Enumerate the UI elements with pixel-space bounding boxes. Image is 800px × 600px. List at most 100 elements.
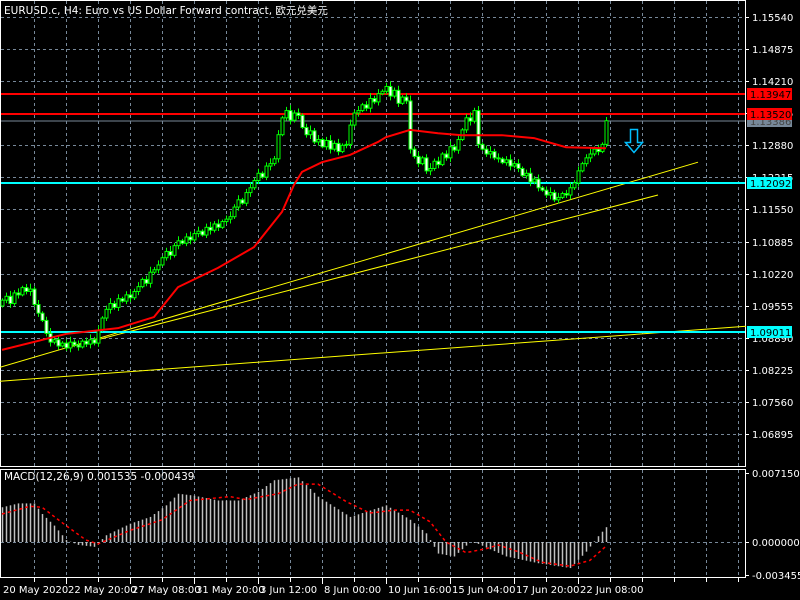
macd-pane-frame: [0, 469, 746, 578]
candle: [0, 298, 5, 308]
candle-body-bear: [216, 223, 221, 228]
candle: [292, 110, 297, 123]
candle-body-bull: [380, 90, 385, 95]
candle: [64, 339, 69, 351]
candle: [336, 138, 341, 156]
candle: [196, 226, 201, 238]
candle: [216, 219, 221, 231]
candle-body-bull: [232, 206, 237, 218]
candle: [476, 106, 481, 148]
candle: [444, 150, 449, 161]
candle: [364, 101, 369, 112]
candle: [204, 223, 209, 238]
candle: [260, 171, 265, 179]
candle-body-bear: [552, 192, 557, 201]
candle: [384, 82, 389, 95]
candle: [88, 334, 93, 349]
candle-body-bull: [228, 216, 233, 220]
candle-body-bull: [224, 218, 229, 223]
candle: [356, 106, 361, 117]
candle: [344, 140, 349, 149]
candle: [368, 93, 373, 113]
candle-body-bull: [348, 124, 353, 145]
candle-body-bull: [196, 230, 201, 235]
time-label: 8 Jun 00:00: [324, 585, 381, 596]
time-label: 10 Jun 16:00: [388, 585, 452, 596]
candle: [500, 156, 505, 165]
candle: [372, 95, 377, 105]
candle-body-bull: [132, 290, 137, 299]
candle-body-bear: [24, 287, 29, 292]
price-tick-label: 1.15540: [752, 13, 793, 24]
candle-body-bull: [4, 295, 9, 301]
macd-tick-label: 0.000000: [752, 538, 800, 549]
moving-average-line: [1, 128, 607, 351]
candle: [96, 325, 101, 347]
price-tick-label: 1.14875: [752, 45, 793, 56]
candle-body-bull: [512, 163, 517, 167]
candle-body-bull: [440, 153, 445, 166]
support-price-label: 1.09011: [750, 328, 791, 339]
main-pane-frame: [0, 0, 746, 467]
candle: [76, 340, 81, 351]
candle: [376, 89, 381, 106]
candle: [420, 155, 425, 166]
candle: [360, 102, 365, 113]
candle-body-bull: [0, 299, 5, 307]
candle: [28, 283, 33, 296]
candle-body-bear: [128, 294, 133, 299]
candle: [256, 168, 261, 185]
candle: [488, 146, 493, 159]
candle-body-bear: [40, 312, 45, 321]
candle: [296, 108, 301, 120]
candle: [120, 296, 125, 303]
candle-body-bull: [352, 112, 357, 126]
candle: [400, 95, 405, 105]
candle: [564, 189, 569, 198]
candle-body-bull: [472, 110, 477, 122]
candle: [300, 113, 305, 130]
candle-body-bull: [268, 163, 273, 167]
candle: [480, 142, 485, 151]
candle: [340, 143, 345, 154]
candle: [504, 156, 509, 166]
candle-body-bear: [320, 139, 325, 148]
candle-body-bear: [444, 153, 449, 159]
candle-body-bear: [564, 193, 569, 196]
candle-body-bull: [244, 192, 249, 204]
candle-body-bear: [120, 298, 125, 302]
candle-body-bull: [176, 240, 181, 247]
candle-body-bull: [184, 236, 189, 244]
candle-body-bear: [144, 278, 149, 284]
candle-body-bear: [328, 139, 333, 150]
candle-body-bull: [584, 157, 589, 165]
candle: [212, 221, 217, 233]
candle: [220, 219, 225, 229]
candle: [520, 166, 525, 178]
candle-body-bear: [468, 117, 473, 122]
price-chart[interactable]: 1.155401.148751.142101.135451.128801.122…: [0, 0, 800, 600]
macd-tick-label: 0.007150: [752, 469, 800, 480]
candle-body-bull: [340, 144, 345, 153]
candle-body-bull: [60, 342, 65, 347]
candle-body-bull: [280, 117, 285, 136]
candle-body-bull: [572, 182, 577, 189]
candle-body-bear: [372, 98, 377, 103]
candle-body-bear: [544, 189, 549, 196]
time-label: 22 Jun 08:00: [580, 585, 644, 596]
candle: [176, 236, 181, 250]
candle: [40, 311, 45, 322]
candle: [4, 292, 9, 304]
candle: [192, 230, 197, 243]
candle: [508, 154, 513, 171]
candle-body-bull: [576, 170, 581, 184]
candle: [184, 233, 189, 247]
candle: [20, 285, 25, 297]
price-tick-label: 1.10220: [752, 270, 793, 281]
candle: [248, 182, 253, 197]
candle-body-bear: [300, 114, 305, 128]
candle-body-bear: [312, 130, 317, 143]
candle: [272, 156, 277, 166]
candle-body-bull: [504, 159, 509, 164]
candle-body-bull: [104, 308, 109, 319]
